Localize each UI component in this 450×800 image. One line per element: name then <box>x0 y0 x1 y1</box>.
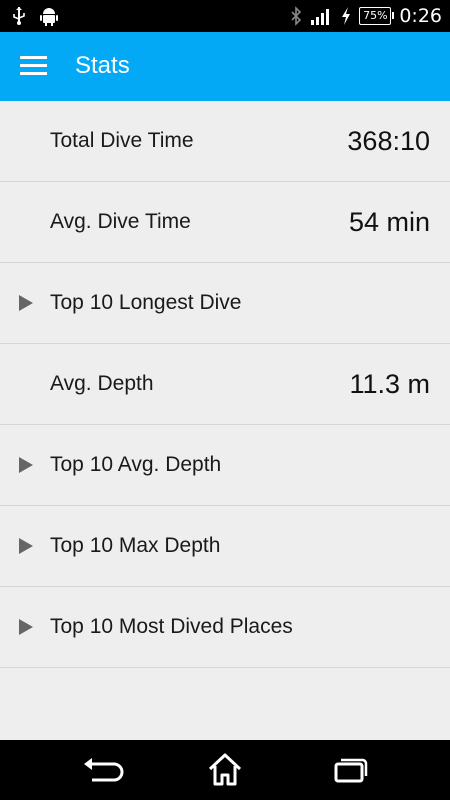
app-bar: Stats <box>0 32 450 101</box>
expandable-row-top-10-most-dived-places[interactable]: Top 10 Most Dived Places <box>0 587 450 668</box>
expand-arrow-icon[interactable] <box>19 619 33 635</box>
stat-label: Top 10 Longest Dive <box>50 291 242 314</box>
expandable-row-top-10-max-depth[interactable]: Top 10 Max Depth <box>0 506 450 587</box>
stat-value: 11.3 m <box>349 368 430 399</box>
battery-icon: 75% <box>359 7 395 25</box>
stat-row-avg-dive-time: Avg. Dive Time 54 min <box>0 182 450 263</box>
stat-row-total-dive-time: Total Dive Time 368:10 <box>0 101 450 182</box>
stat-label: Top 10 Most Dived Places <box>50 615 293 638</box>
expand-arrow-icon[interactable] <box>19 457 33 473</box>
stat-value: 54 min <box>348 206 430 237</box>
menu-icon[interactable] <box>16 50 52 82</box>
system-icons: 75% 0:26 <box>289 0 442 32</box>
home-button[interactable] <box>200 750 250 790</box>
stat-label: Avg. Dive Time <box>50 210 191 233</box>
stat-row-avg-depth: Avg. Depth 11.3 m <box>0 344 450 425</box>
stats-list: Total Dive Time 368:10 Avg. Dive Time 54… <box>0 101 450 668</box>
back-button[interactable] <box>76 750 126 790</box>
clock: 0:26 <box>399 5 442 27</box>
back-icon[interactable] <box>76 750 126 790</box>
navigation-bar <box>0 740 450 800</box>
expandable-row-top-10-avg-depth[interactable]: Top 10 Avg. Depth <box>0 425 450 506</box>
stat-label: Avg. Depth <box>50 372 154 395</box>
notification-icons <box>12 6 58 26</box>
expand-arrow-icon[interactable] <box>19 295 33 311</box>
signal-icon <box>311 9 330 25</box>
stat-label: Top 10 Max Depth <box>50 534 221 557</box>
page-title: Stats <box>75 52 130 79</box>
expand-arrow-icon[interactable] <box>19 538 33 554</box>
status-bar: 75% 0:26 <box>0 0 450 32</box>
bluetooth-icon <box>291 6 302 26</box>
stat-label: Top 10 Avg. Depth <box>50 453 222 476</box>
android-icon <box>40 8 58 26</box>
stat-label: Total Dive Time <box>50 129 194 152</box>
recents-icon[interactable] <box>325 750 375 790</box>
recents-button[interactable] <box>325 750 375 790</box>
charging-icon <box>342 7 351 25</box>
expandable-row-top-10-longest-dive[interactable]: Top 10 Longest Dive <box>0 263 450 344</box>
usb-icon <box>13 7 25 25</box>
stat-value: 368:10 <box>347 125 430 156</box>
home-icon[interactable] <box>200 750 250 790</box>
